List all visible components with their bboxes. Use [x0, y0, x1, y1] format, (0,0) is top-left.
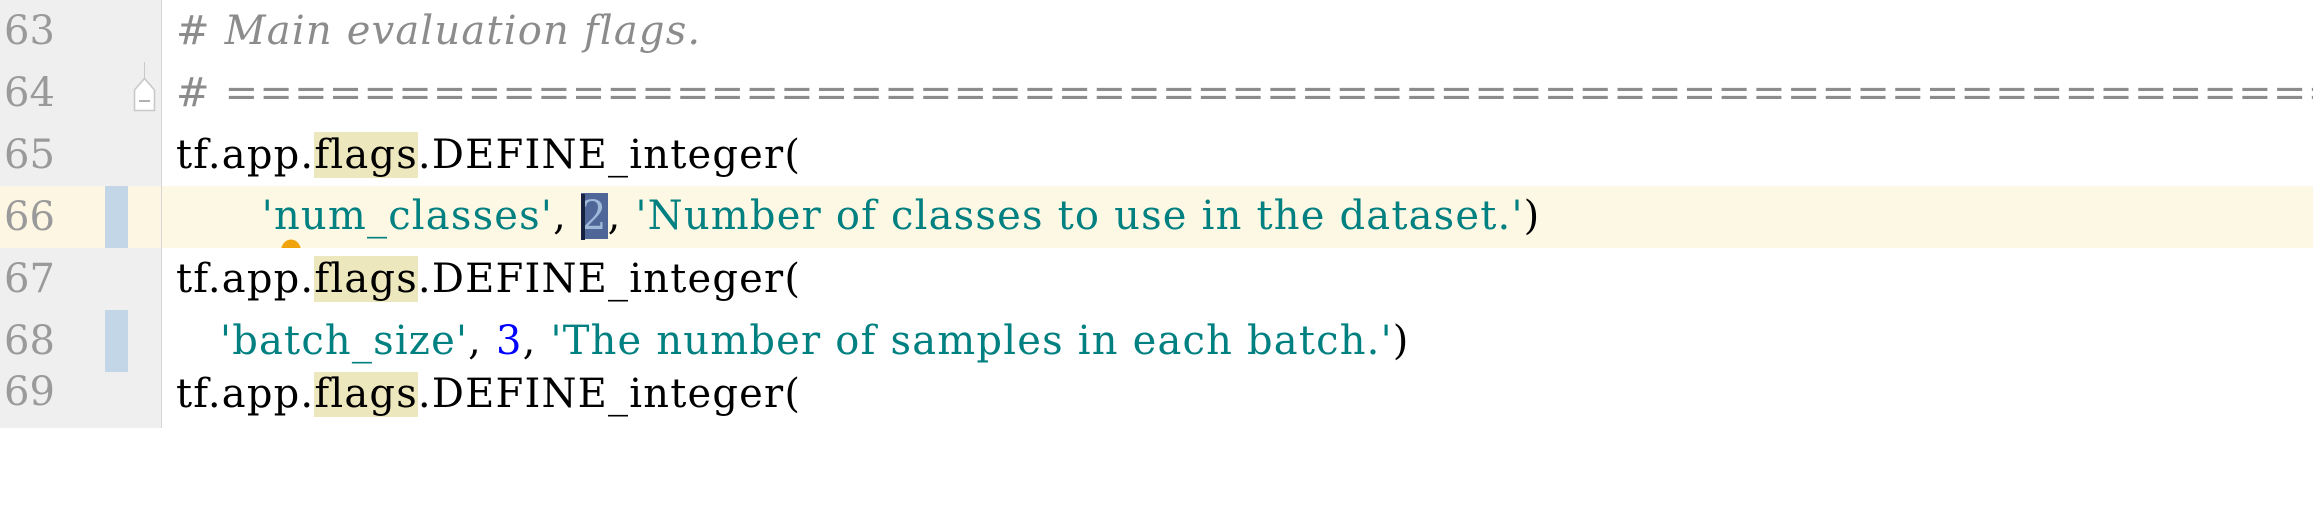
code-content-68[interactable]: 'batch_size', 3, 'The number of samples …: [162, 310, 2313, 372]
code-content-69[interactable]: tf.app.flags.DEFINE_integer(: [162, 372, 2313, 428]
comment-hash-token: #: [176, 70, 225, 116]
code-text-68: 'batch_size', 3, 'The number of samples …: [162, 321, 1410, 361]
fold-column-63[interactable]: [128, 0, 162, 62]
highlighted-identifier-flags: flags: [314, 372, 418, 417]
comma-token: ,: [468, 318, 496, 364]
comma-token: ,: [607, 193, 636, 239]
fold-column-66[interactable]: [128, 186, 162, 248]
vcs-strip-64[interactable]: [101, 62, 128, 124]
line-number: 69: [4, 372, 55, 415]
editor-line-69[interactable]: 69 tf.app.flags.DEFINE_integer(: [0, 372, 2313, 428]
code-text-64: # ======================================…: [162, 73, 2313, 113]
vcs-strip-65[interactable]: [101, 124, 128, 186]
vcs-strip-63[interactable]: [101, 0, 128, 62]
close-paren-token: ): [1523, 193, 1541, 239]
editor-line-64[interactable]: 64 # ===================================…: [0, 62, 2313, 124]
line-number: 65: [4, 132, 55, 178]
code-text-65: tf.app.flags.DEFINE_integer(: [162, 132, 802, 178]
vcs-strip-68[interactable]: [101, 310, 128, 372]
vcs-strip-66[interactable]: [101, 186, 128, 248]
line-number: 66: [4, 194, 55, 240]
highlighted-identifier-flags: flags: [314, 256, 418, 302]
code-content-65[interactable]: tf.app.flags.DEFINE_integer(: [162, 124, 2313, 186]
code-fold-collapse-icon[interactable]: [131, 70, 158, 114]
fold-column-65[interactable]: [128, 124, 162, 186]
code-text-66: 'num_classes', 2, 'Number of classes to …: [162, 193, 1541, 240]
text-caret: [580, 194, 585, 240]
vcs-strip-69[interactable]: [101, 372, 128, 428]
gutter-68[interactable]: 68: [0, 310, 101, 372]
code-content-64[interactable]: # ======================================…: [162, 62, 2313, 124]
method-call-token: .DEFINE_integer(: [417, 372, 802, 417]
indent-token: [220, 193, 262, 239]
line-number: 64: [4, 70, 55, 116]
code-content-67[interactable]: tf.app.flags.DEFINE_integer(: [162, 248, 2313, 310]
code-content-63[interactable]: # Main evaluation flags.: [162, 0, 2313, 62]
vcs-modified-marker[interactable]: [105, 186, 128, 248]
code-text-69: tf.app.flags.DEFINE_integer(: [162, 372, 802, 417]
gutter-65[interactable]: 65: [0, 124, 101, 186]
fold-column-68[interactable]: [128, 310, 162, 372]
method-call-token: .DEFINE_integer(: [417, 132, 802, 178]
vcs-modified-marker[interactable]: [105, 310, 128, 372]
close-paren-token: ): [1392, 318, 1410, 364]
line-number: 67: [4, 256, 55, 302]
editor-line-63[interactable]: 63 # Main evaluation flags.: [0, 0, 2313, 62]
qualifier-token: tf.app.: [176, 372, 315, 417]
code-text-63: # Main evaluation flags.: [162, 11, 701, 51]
fold-column-67[interactable]: [128, 248, 162, 310]
flag-name-string: 'batch_size': [220, 318, 469, 364]
highlighted-identifier-flags: flags: [314, 132, 418, 178]
gutter-66[interactable]: 66: [0, 186, 101, 248]
comment-rule-token: ========================================…: [224, 70, 2313, 116]
gutter-63[interactable]: 63: [0, 0, 101, 62]
flag-name-string: 'num_classes': [261, 193, 554, 239]
qualifier-token: tf.app.: [176, 132, 315, 178]
code-editor[interactable]: 63 # Main evaluation flags. 64 # =======…: [0, 0, 2313, 516]
qualifier-token: tf.app.: [176, 256, 315, 302]
fold-column-69[interactable]: [128, 372, 162, 428]
comment-token: # Main evaluation flags.: [176, 8, 702, 54]
fold-column-64[interactable]: [128, 62, 162, 124]
method-call-token: .DEFINE_integer(: [417, 256, 802, 302]
code-content-66[interactable]: 'num_classes', 2, 'Number of classes to …: [162, 186, 2313, 248]
editor-line-67[interactable]: 67 tf.app.flags.DEFINE_integer(: [0, 248, 2313, 310]
flag-description-string: 'Number of classes to use in the dataset…: [635, 193, 1524, 239]
line-number: 63: [4, 8, 55, 54]
editor-line-66[interactable]: 66 'num_classes', 2, 'Number of classes …: [0, 186, 2313, 248]
code-text-67: tf.app.flags.DEFINE_integer(: [162, 256, 802, 302]
flag-description-string: 'The number of samples in each batch.': [550, 318, 1393, 364]
vcs-strip-67[interactable]: [101, 248, 128, 310]
comma-token: ,: [553, 193, 581, 239]
number-value: 3: [496, 318, 523, 364]
gutter-67[interactable]: 67: [0, 248, 101, 310]
gutter-69[interactable]: 69: [0, 372, 101, 428]
line-number: 68: [4, 318, 55, 364]
comma-token: ,: [522, 318, 551, 364]
editor-line-68[interactable]: 68 'batch_size', 3, 'The number of sampl…: [0, 310, 2313, 372]
editor-line-65[interactable]: 65 tf.app.flags.DEFINE_integer(: [0, 124, 2313, 186]
gutter-64[interactable]: 64: [0, 62, 101, 124]
